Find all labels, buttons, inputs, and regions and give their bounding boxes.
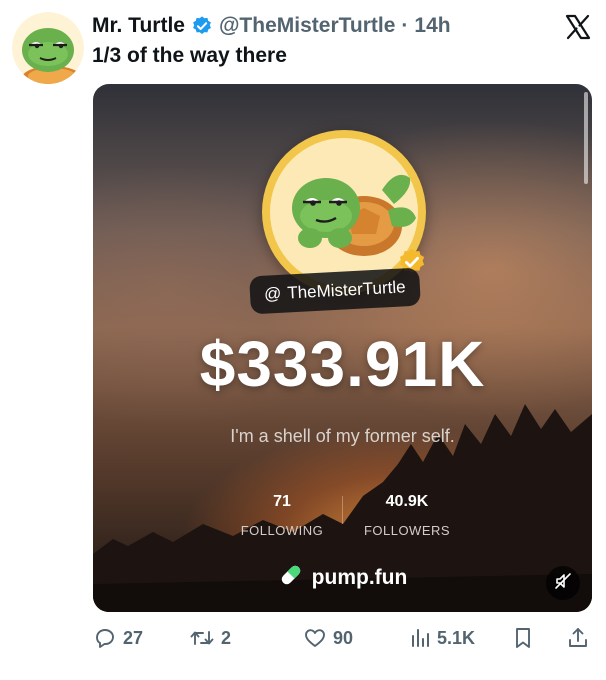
author-avatar[interactable] [12,12,84,84]
heart-icon [303,626,327,650]
pump-brand: pump.fun [93,562,592,594]
views-icon [409,626,431,650]
views-button[interactable]: 5.1K [409,622,475,654]
like-button[interactable]: 90 [303,622,353,654]
at-symbol: @ [263,283,282,304]
tweet-text: 1/3 of the way there [92,44,287,67]
mute-button[interactable] [546,566,580,600]
followers-count: 40.9K [385,493,429,510]
card-username: TheMisterTurtle [286,277,407,303]
followers-label: FOLLOWERS [363,523,451,538]
bookmark-button[interactable] [512,622,534,654]
tweet-timestamp[interactable]: 14h [414,12,450,40]
share-button[interactable] [566,622,590,654]
reply-button[interactable]: 27 [93,622,143,654]
views-count: 5.1K [437,627,476,648]
tweet-header: Mr. Turtle @TheMisterTurtle · 14h [92,12,451,40]
verified-badge-icon [191,15,213,37]
display-name[interactable]: Mr. Turtle [92,12,185,40]
media-video[interactable]: @ TheMisterTurtle $333.91K I'm a shell o… [93,84,592,612]
repost-count: 2 [221,627,232,648]
followers-stat: 40.9K FOLLOWERS [352,492,462,540]
repost-button[interactable]: 2 [189,622,231,654]
tweet-actions: 27 2 90 5.1K [0,622,606,654]
separator-dot: · [401,14,409,37]
pill-icon [278,562,304,594]
scroll-indicator [584,92,588,184]
pump-brand-text: pump.fun [311,566,408,589]
following-count: 71 [273,493,291,510]
stat-divider [342,496,343,524]
muted-speaker-icon [554,572,572,595]
reply-icon [93,626,117,650]
author-handle[interactable]: @TheMisterTurtle [219,12,395,40]
x-logo-icon[interactable] [564,13,592,41]
following-label: FOLLOWING [240,523,324,538]
share-icon [566,626,590,650]
like-count: 90 [333,627,354,648]
repost-icon [189,626,215,650]
reply-count: 27 [123,627,144,648]
bookmark-icon [512,626,534,650]
following-stat: 71 FOLLOWING [232,492,332,540]
card-balance: $333.91K [199,328,486,400]
card-bio: I'm a shell of my former self. [230,426,455,446]
